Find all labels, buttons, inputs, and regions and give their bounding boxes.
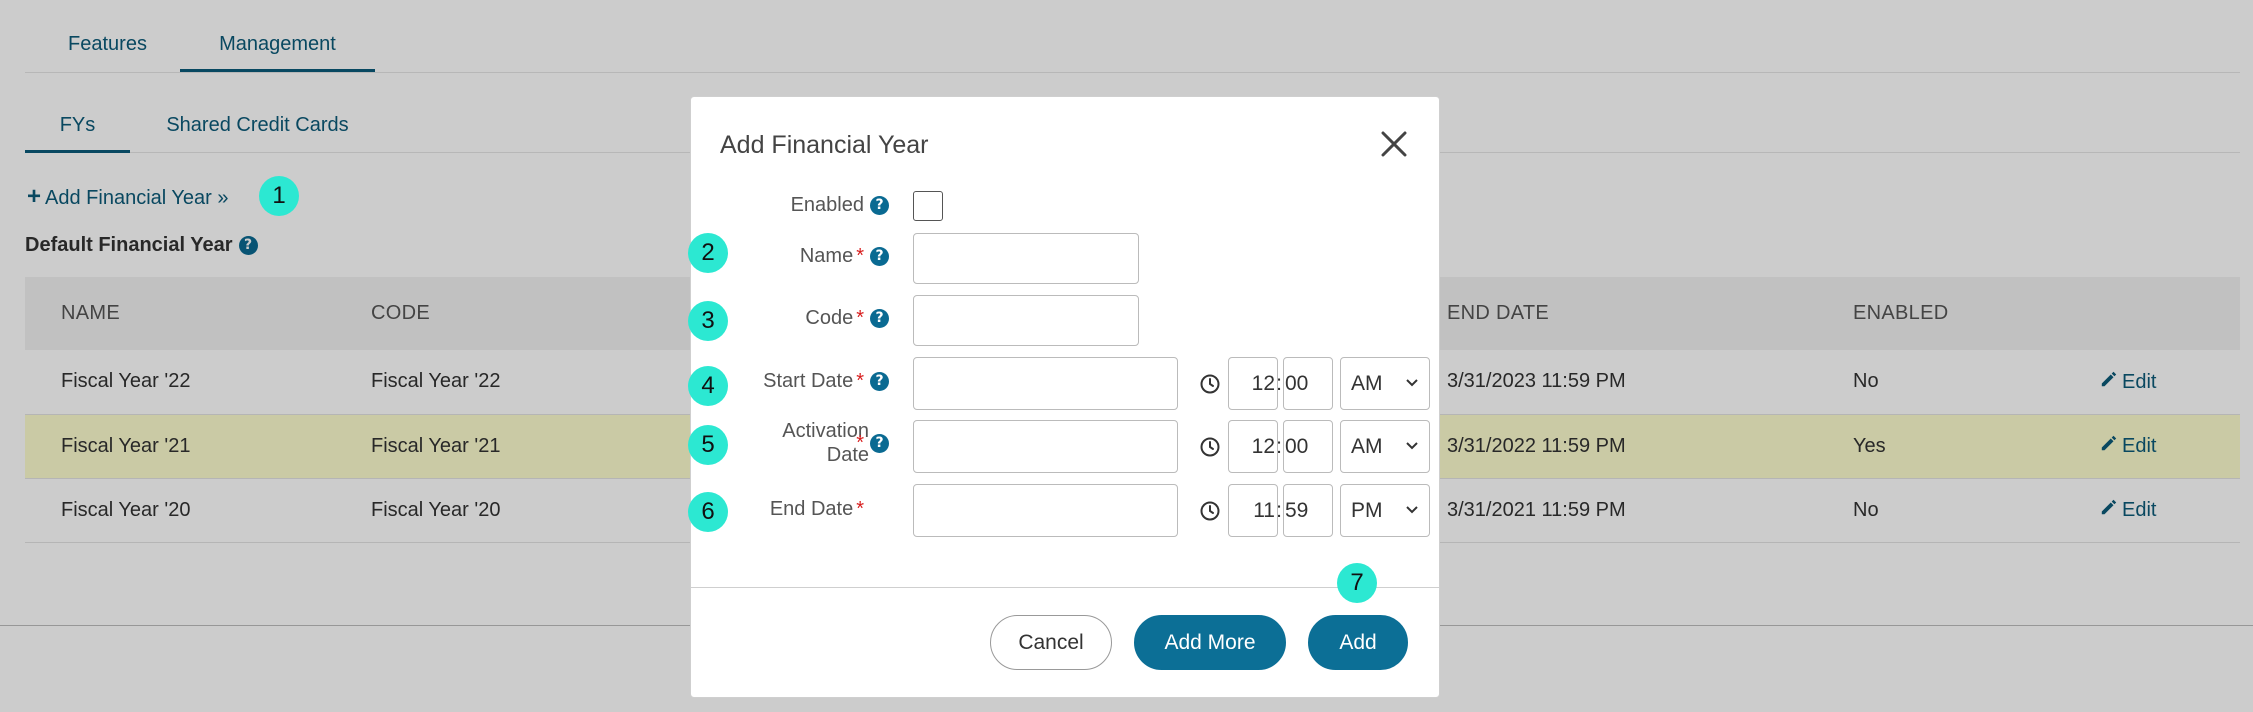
start-ampm-value: AM — [1351, 372, 1383, 395]
required-mark: * — [856, 307, 864, 329]
activation-date-input[interactable] — [913, 420, 1178, 473]
end-date-label: End Date * — [711, 497, 889, 521]
end-ampm-select[interactable]: PM — [1340, 484, 1430, 537]
step-marker-7: 7 — [1337, 563, 1377, 603]
required-mark: * — [856, 432, 864, 454]
name-label: Name *? — [731, 244, 889, 268]
start-ampm-select[interactable]: AM — [1340, 357, 1430, 410]
chevron-down-icon — [1406, 442, 1418, 450]
required-mark: * — [856, 245, 864, 267]
start-date-input[interactable] — [913, 357, 1178, 410]
activation-date-label-line2: Date — [826, 444, 869, 466]
activation-date-label: Activation Date — [711, 419, 869, 467]
name-input[interactable] — [913, 233, 1139, 284]
end-ampm-value: PM — [1351, 499, 1383, 522]
enabled-label-text: Enabled — [790, 194, 864, 216]
activation-minute-input[interactable]: 00 — [1283, 420, 1333, 473]
start-date-label-text: Start Date — [763, 370, 854, 392]
start-minute-input[interactable]: 00 — [1283, 357, 1333, 410]
start-date-label: Start Date *? — [711, 369, 889, 393]
code-label: Code *? — [731, 306, 889, 330]
end-hour-value: 11 — [1253, 499, 1275, 522]
add-financial-year-dialog: Add Financial Year Enabled? Name *? Code *… — [688, 96, 1440, 698]
help-icon[interactable]: ? — [870, 434, 889, 454]
help-icon[interactable]: ? — [870, 309, 889, 329]
help-icon[interactable]: ? — [870, 196, 889, 216]
required-mark: * — [856, 498, 864, 520]
activation-date-label-line1: Activation — [782, 420, 869, 442]
step-marker-2: 2 — [688, 233, 728, 273]
code-label-text: Code — [805, 307, 854, 329]
activation-ampm-select[interactable]: AM — [1340, 420, 1430, 473]
required-mark: * — [856, 370, 864, 392]
clock-icon — [1200, 374, 1220, 394]
step-marker-5: 5 — [688, 425, 728, 465]
cancel-button[interactable]: Cancel — [990, 615, 1112, 670]
chevron-down-icon — [1406, 379, 1418, 387]
activation-date-marks: *? — [849, 431, 889, 455]
name-label-text: Name — [799, 245, 854, 267]
end-date-input[interactable] — [913, 484, 1178, 537]
start-hour-input[interactable]: 12: — [1228, 357, 1282, 410]
enabled-label: Enabled? — [731, 193, 889, 217]
step-marker-3: 3 — [688, 301, 728, 341]
chevron-down-icon — [1406, 506, 1418, 514]
help-icon[interactable]: ? — [870, 247, 889, 267]
clock-icon — [1200, 437, 1220, 457]
step-marker-1: 1 — [259, 176, 299, 216]
end-minute-input[interactable]: 59 — [1283, 484, 1333, 537]
code-input[interactable] — [913, 295, 1139, 346]
add-button[interactable]: Add — [1308, 615, 1408, 670]
step-marker-6: 6 — [688, 492, 728, 532]
enabled-checkbox[interactable] — [913, 191, 943, 221]
add-more-button[interactable]: Add More — [1134, 615, 1286, 670]
activation-hour-input[interactable]: 12: — [1228, 420, 1282, 473]
step-marker-4: 4 — [688, 366, 728, 406]
end-date-label-text: End Date — [769, 498, 854, 520]
time-separator: : — [1276, 435, 1282, 458]
close-icon[interactable] — [1379, 129, 1409, 159]
time-separator: : — [1276, 499, 1282, 522]
clock-icon — [1200, 501, 1220, 521]
help-icon[interactable]: ? — [870, 372, 889, 392]
dialog-footer-divider — [691, 587, 1439, 588]
end-hour-input[interactable]: 11: — [1228, 484, 1282, 537]
time-separator: : — [1276, 372, 1282, 395]
activation-hour-value: 12 — [1251, 435, 1275, 458]
dialog-title: Add Financial Year — [720, 131, 929, 159]
start-hour-value: 12 — [1251, 372, 1275, 395]
activation-ampm-value: AM — [1351, 435, 1383, 458]
